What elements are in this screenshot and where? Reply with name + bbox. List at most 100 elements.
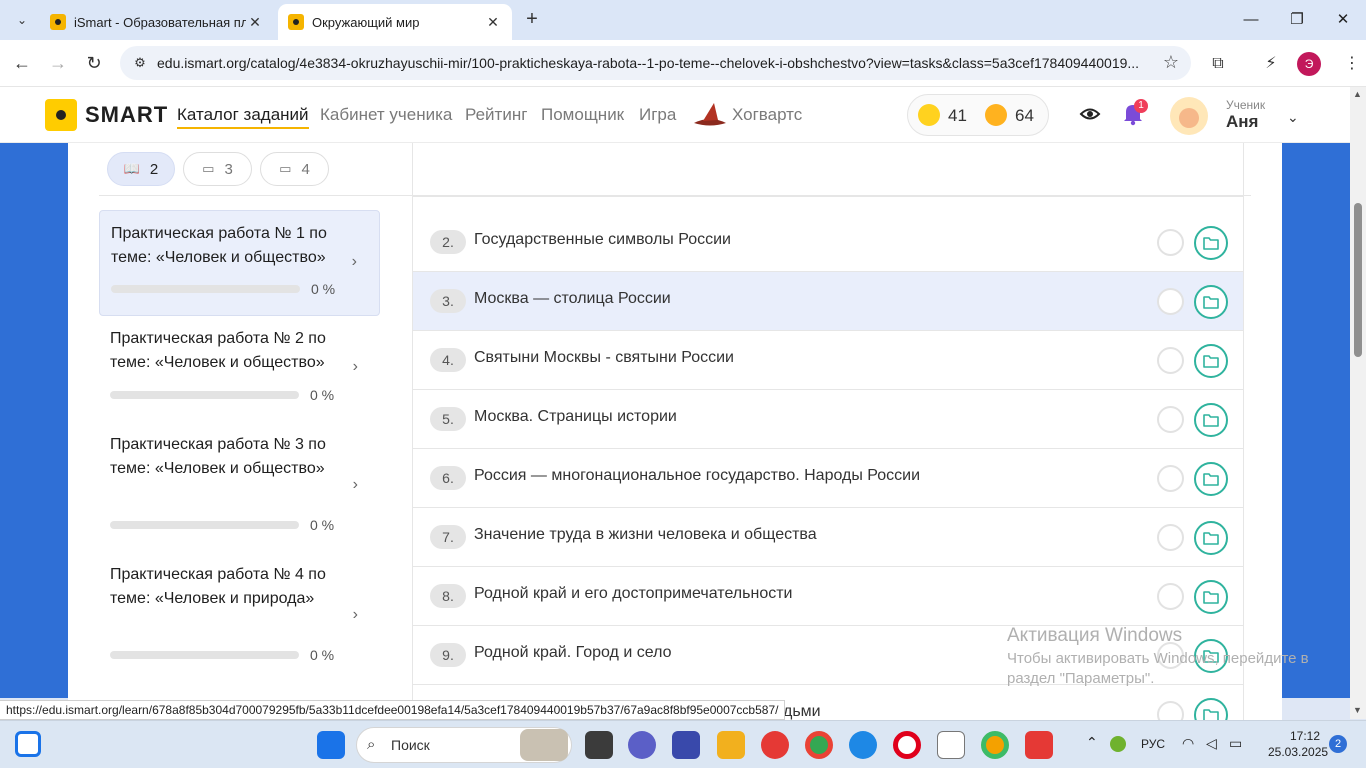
chrome-icon[interactable] bbox=[805, 731, 833, 759]
eye-icon[interactable] bbox=[1079, 103, 1101, 125]
logo-sun-icon bbox=[45, 99, 77, 131]
new-tab-button[interactable]: + bbox=[520, 8, 544, 32]
close-window-icon[interactable]: ✕ bbox=[1320, 6, 1366, 34]
edge-icon[interactable] bbox=[849, 731, 877, 759]
language-indicator[interactable]: РУС bbox=[1141, 737, 1165, 751]
wps-office-icon[interactable] bbox=[1025, 731, 1053, 759]
task-view-icon[interactable] bbox=[585, 731, 613, 759]
task-number: 5. bbox=[430, 407, 466, 431]
class-tab-3[interactable]: ▭ 3 bbox=[183, 152, 252, 186]
forward-icon[interactable]: → bbox=[44, 49, 72, 77]
chrome-alt-icon[interactable] bbox=[981, 731, 1009, 759]
class-tab-2[interactable]: 📖 2 bbox=[107, 152, 175, 186]
status-circle-icon bbox=[1157, 229, 1184, 256]
ismart-favicon-icon bbox=[50, 14, 66, 30]
task-title[interactable]: Москва. Страницы истории bbox=[474, 408, 677, 426]
scrollbar-thumb[interactable] bbox=[1354, 203, 1362, 357]
browser-tab-ismart[interactable]: iSmart - Образовательная пла ✕ bbox=[40, 4, 274, 40]
wizard-hat-icon[interactable] bbox=[692, 101, 728, 127]
site-logo[interactable]: SMART bbox=[45, 99, 168, 131]
folder-icon[interactable] bbox=[1194, 462, 1228, 496]
close-tab-icon[interactable]: ✕ bbox=[484, 14, 502, 31]
task-title[interactable]: Родной край и его достопримечательности bbox=[474, 585, 792, 603]
task-title[interactable]: Россия — многонациональное государство. … bbox=[474, 467, 920, 485]
folder-icon[interactable] bbox=[1194, 580, 1228, 614]
task-row[interactable]: 5. Москва. Страницы истории bbox=[413, 390, 1243, 449]
work-item-2[interactable]: Практическая работа № 2 по теме: «Челове… bbox=[99, 316, 380, 422]
task-number: 4. bbox=[430, 348, 466, 372]
calculator-icon[interactable] bbox=[672, 731, 700, 759]
class-tab-4[interactable]: ▭ 4 bbox=[260, 152, 329, 186]
nav-game[interactable]: Игра bbox=[639, 105, 676, 125]
work-progress: 0 % bbox=[311, 281, 336, 297]
start-windows-icon[interactable] bbox=[317, 731, 345, 759]
work-item-1[interactable]: Практическая работа № 1 по теме: «Челове… bbox=[99, 210, 380, 316]
notification-count[interactable]: 2 bbox=[1329, 735, 1347, 753]
close-tab-icon[interactable]: ✕ bbox=[246, 14, 264, 31]
chevron-down-icon[interactable]: ⌄ bbox=[1287, 109, 1299, 126]
task-title[interactable]: дьми bbox=[783, 703, 821, 721]
address-bar[interactable]: ⚙ edu.ismart.org/catalog/4e3834-okruzhay… bbox=[120, 46, 1191, 80]
task-row[interactable]: 8. Родной край и его достопримечательност… bbox=[413, 567, 1243, 626]
browser-toolbar: ← → ↻ ⚙ edu.ismart.org/catalog/4e3834-ok… bbox=[0, 40, 1366, 87]
task-title[interactable]: Москва — столица России bbox=[474, 290, 671, 308]
teams-icon[interactable] bbox=[628, 731, 656, 759]
nav-helper[interactable]: Помощник bbox=[541, 105, 624, 125]
task-row[interactable]: 7. Значение труда в жизни человека и обще… bbox=[413, 508, 1243, 567]
tab-search-dropdown-icon[interactable]: ⌄ bbox=[10, 8, 34, 32]
user-avatar[interactable] bbox=[1170, 97, 1208, 135]
task-row[interactable]: 6. Россия — многонациональное государство… bbox=[413, 449, 1243, 508]
nav-cabinet[interactable]: Кабинет ученика bbox=[320, 105, 452, 125]
scroll-up-icon[interactable]: ▲ bbox=[1353, 89, 1362, 99]
nav-hogwarts[interactable]: Хогвартс bbox=[732, 105, 802, 125]
tray-app-icon[interactable] bbox=[1110, 736, 1126, 752]
folder-icon[interactable] bbox=[1194, 403, 1228, 437]
task-title[interactable]: Святыни Москвы - святыни России bbox=[474, 349, 734, 367]
maximize-icon[interactable]: ❐ bbox=[1274, 6, 1320, 34]
taskbar-clock[interactable]: 17:12 25.03.2025 bbox=[1268, 728, 1329, 760]
battery-icon[interactable]: ▭ bbox=[1229, 735, 1242, 752]
site-info-icon[interactable]: ⚙ bbox=[130, 53, 150, 73]
show-hidden-icons-icon[interactable]: ⌃ bbox=[1086, 734, 1098, 751]
address-url[interactable]: edu.ismart.org/catalog/4e3834-okruzhayus… bbox=[157, 55, 1147, 71]
task-title[interactable]: Государственные символы России bbox=[474, 231, 731, 249]
wifi-icon[interactable]: ◠ bbox=[1182, 735, 1194, 752]
work-item-4[interactable]: Практическая работа № 4 по теме: «Челове… bbox=[99, 552, 380, 682]
folder-icon[interactable] bbox=[1194, 344, 1228, 378]
minimize-icon[interactable]: — bbox=[1228, 6, 1274, 34]
work-item-3[interactable]: Практическая работа № 3 по теме: «Челове… bbox=[99, 422, 380, 552]
document-icon[interactable] bbox=[937, 731, 965, 759]
user-name[interactable]: Аня bbox=[1226, 112, 1258, 132]
nav-catalog[interactable]: Каталог заданий bbox=[177, 105, 309, 129]
profile-avatar[interactable]: Э bbox=[1297, 52, 1321, 76]
task-row[interactable]: 2. Государственные символы России bbox=[413, 213, 1243, 272]
back-icon[interactable]: ← bbox=[8, 49, 36, 77]
menu-dots-icon[interactable]: ⋮ bbox=[1340, 52, 1364, 76]
widgets-icon[interactable] bbox=[15, 731, 41, 757]
clock-date: 25.03.2025 bbox=[1268, 745, 1329, 759]
performance-icon[interactable]: ⚡ bbox=[1259, 52, 1283, 76]
task-row[interactable]: 4. Святыни Москвы - святыни России bbox=[413, 331, 1243, 390]
task-title[interactable]: Родной край. Город и село bbox=[474, 644, 671, 662]
bookmark-star-icon[interactable]: ☆ bbox=[1163, 52, 1179, 73]
task-title[interactable]: Значение труда в жизни человека и общест… bbox=[474, 526, 817, 544]
folder-icon[interactable] bbox=[1194, 521, 1228, 555]
scroll-down-icon[interactable]: ▼ bbox=[1353, 705, 1362, 715]
page-scrollbar[interactable]: ▲ ▼ bbox=[1350, 87, 1366, 719]
browser-tab-okruzhayushchiy-mir[interactable]: Окружающий мир ✕ bbox=[278, 4, 512, 40]
nav-rating[interactable]: Рейтинг bbox=[465, 105, 527, 125]
opera-icon[interactable] bbox=[893, 731, 921, 759]
reload-icon[interactable]: ↻ bbox=[80, 49, 108, 77]
tab-title: Окружающий мир bbox=[312, 14, 420, 30]
user-stats[interactable]: 41 64 bbox=[907, 94, 1049, 136]
folder-icon[interactable] bbox=[1194, 285, 1228, 319]
file-explorer-icon[interactable] bbox=[717, 731, 745, 759]
volume-icon[interactable]: ◁ bbox=[1206, 735, 1217, 752]
folder-icon[interactable] bbox=[1194, 226, 1228, 260]
work-title: Практическая работа № 1 по теме: «Челове… bbox=[111, 225, 327, 266]
coins-count: 41 bbox=[948, 106, 967, 125]
task-row[interactable]: 3. Москва — столица России bbox=[413, 272, 1243, 331]
extensions-icon[interactable]: ⧉ bbox=[1206, 52, 1230, 76]
work-progress-bar bbox=[111, 285, 300, 293]
yandex-browser-icon[interactable] bbox=[761, 731, 789, 759]
